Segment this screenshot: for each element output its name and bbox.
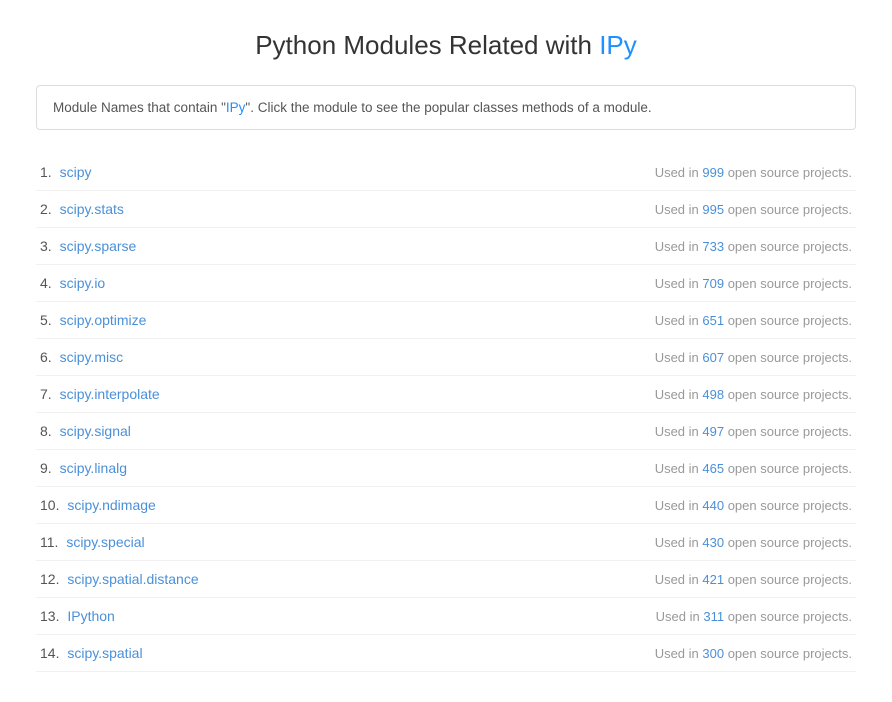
usage-count: 497 [702,424,724,439]
usage-count: 733 [702,239,724,254]
usage-count: 999 [702,165,724,180]
usage-info: Used in 311 open source projects. [656,609,852,624]
module-link[interactable]: scipy.stats [60,201,124,217]
page-title: Python Modules Related with IPy [36,30,856,61]
list-item: 4. scipy.io Used in 709 open source proje… [36,265,856,302]
module-rank: 2. [40,201,56,217]
module-rank: 13. [40,608,63,624]
module-link[interactable]: scipy.linalg [60,460,127,476]
module-link[interactable]: scipy.interpolate [60,386,160,402]
module-rank: 5. [40,312,56,328]
list-item: 10. scipy.ndimage Used in 440 open source… [36,487,856,524]
info-box: Module Names that contain "IPy". Click t… [36,85,856,130]
usage-info: Used in 607 open source projects. [655,350,852,365]
module-link[interactable]: scipy.sparse [60,238,137,254]
module-rank: 3. [40,238,56,254]
module-link[interactable]: scipy.spatial.distance [67,571,198,587]
module-rank: 10. [40,497,63,513]
list-item: 7. scipy.interpolate Used in 498 open sou… [36,376,856,413]
module-link[interactable]: scipy [60,164,92,180]
usage-count: 709 [702,276,724,291]
module-name: 9. scipy.linalg [40,460,127,476]
info-highlight: IPy [226,100,246,115]
usage-count: 311 [703,609,724,624]
usage-count: 498 [702,387,724,402]
list-item: 6. scipy.misc Used in 607 open source pro… [36,339,856,376]
module-name: 12. scipy.spatial.distance [40,571,199,587]
module-name: 5. scipy.optimize [40,312,146,328]
usage-count: 607 [702,350,724,365]
module-name: 2. scipy.stats [40,201,124,217]
module-name: 1. scipy [40,164,91,180]
module-name: 10. scipy.ndimage [40,497,156,513]
module-rank: 14. [40,645,63,661]
module-name: 3. scipy.sparse [40,238,136,254]
module-link[interactable]: scipy.signal [60,423,131,439]
list-item: 9. scipy.linalg Used in 465 open source p… [36,450,856,487]
module-name: 14. scipy.spatial [40,645,143,661]
module-rank: 4. [40,275,56,291]
title-prefix: Python Modules Related with [255,30,599,60]
usage-info: Used in 440 open source projects. [655,498,852,513]
module-rank: 9. [40,460,56,476]
usage-info: Used in 733 open source projects. [655,239,852,254]
usage-info: Used in 300 open source projects. [655,646,852,661]
list-item: 5. scipy.optimize Used in 651 open source… [36,302,856,339]
title-highlight: IPy [599,30,637,60]
list-item: 14. scipy.spatial Used in 300 open source… [36,635,856,672]
usage-count: 995 [702,202,724,217]
list-item: 8. scipy.signal Used in 497 open source p… [36,413,856,450]
module-rank: 11. [40,534,62,550]
module-rank: 8. [40,423,56,439]
usage-count: 465 [702,461,724,476]
module-link[interactable]: scipy.ndimage [67,497,155,513]
list-item: 11. scipy.special Used in 430 open source… [36,524,856,561]
module-link[interactable]: IPython [67,608,114,624]
module-name: 8. scipy.signal [40,423,131,439]
usage-info: Used in 995 open source projects. [655,202,852,217]
module-link[interactable]: scipy.spatial [67,645,142,661]
usage-info: Used in 421 open source projects. [655,572,852,587]
list-item: 2. scipy.stats Used in 995 open source pr… [36,191,856,228]
module-rank: 7. [40,386,56,402]
usage-info: Used in 651 open source projects. [655,313,852,328]
module-list: 1. scipy Used in 999 open source projects… [36,154,856,672]
module-rank: 1. [40,164,56,180]
usage-count: 421 [702,572,724,587]
module-link[interactable]: scipy.io [60,275,106,291]
list-item: 3. scipy.sparse Used in 733 open source p… [36,228,856,265]
usage-count: 651 [702,313,724,328]
list-item: 13. IPython Used in 311 open source proje… [36,598,856,635]
usage-info: Used in 430 open source projects. [655,535,852,550]
usage-info: Used in 709 open source projects. [655,276,852,291]
module-name: 6. scipy.misc [40,349,123,365]
info-text-before: Module Names that contain " [53,100,226,115]
usage-info: Used in 497 open source projects. [655,424,852,439]
module-link[interactable]: scipy.misc [60,349,124,365]
module-link[interactable]: scipy.special [66,534,144,550]
module-name: 13. IPython [40,608,115,624]
usage-count: 430 [702,535,724,550]
module-rank: 12. [40,571,63,587]
usage-count: 300 [702,646,724,661]
usage-info: Used in 999 open source projects. [655,165,852,180]
list-item: 1. scipy Used in 999 open source projects… [36,154,856,191]
module-name: 4. scipy.io [40,275,105,291]
list-item: 12. scipy.spatial.distance Used in 421 op… [36,561,856,598]
module-link[interactable]: scipy.optimize [60,312,147,328]
module-name: 11. scipy.special [40,534,145,550]
module-rank: 6. [40,349,56,365]
module-name: 7. scipy.interpolate [40,386,160,402]
page-wrapper: Python Modules Related with IPy Module N… [16,0,876,702]
usage-info: Used in 465 open source projects. [655,461,852,476]
info-text-after: ". Click the module to see the popular c… [245,100,651,115]
usage-info: Used in 498 open source projects. [655,387,852,402]
usage-count: 440 [702,498,724,513]
